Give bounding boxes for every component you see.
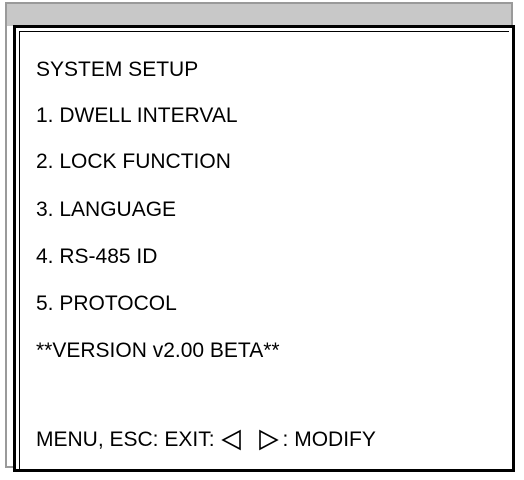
osd-screen: SYSTEM SETUP 1. DWELL INTERVAL 2. LOCK F… (0, 0, 524, 480)
menu-item-language[interactable]: 3. LANGUAGE (36, 198, 176, 222)
footer-modify-text: : MODIFY (282, 428, 376, 451)
menu-item-lock-function[interactable]: 2. LOCK FUNCTION (36, 150, 231, 174)
menu-item-rs485-id[interactable]: 4. RS-485 ID (36, 245, 157, 269)
menu-title: SYSTEM SETUP (36, 58, 199, 81)
footer-hint: MENU, ESC: EXIT: : MODIFY (36, 428, 376, 452)
menu-shadow-bar (7, 4, 511, 26)
footer-exit-text: MENU, ESC: EXIT: (36, 428, 215, 451)
version-label: **VERSION v2.00 BETA** (36, 339, 280, 362)
menu-item-dwell-interval[interactable]: 1. DWELL INTERVAL (36, 104, 238, 128)
right-triangle-icon (257, 429, 279, 451)
left-triangle-icon (220, 429, 243, 451)
menu-item-protocol[interactable]: 5. PROTOCOL (36, 292, 177, 316)
